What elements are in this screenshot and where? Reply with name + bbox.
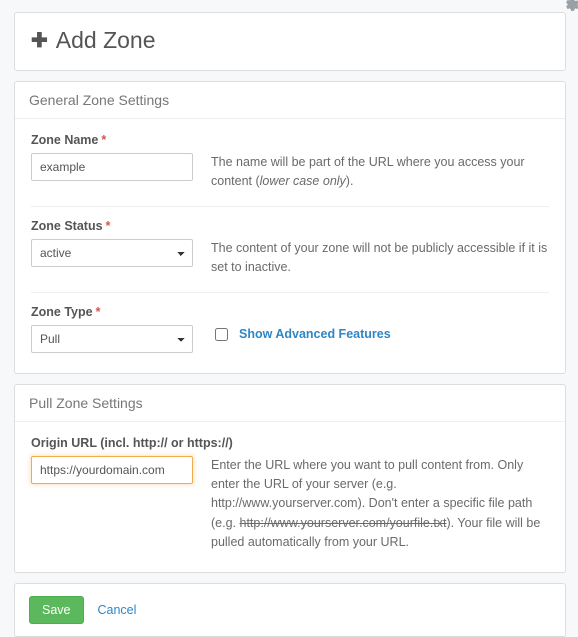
advanced-features-link[interactable]: Show Advanced Features bbox=[239, 325, 391, 344]
gear-icon bbox=[563, 0, 578, 13]
required-star: * bbox=[96, 305, 101, 319]
origin-url-label: Origin URL (incl. http:// or https://) bbox=[31, 436, 549, 450]
zone-status-label: Zone Status* bbox=[31, 219, 549, 233]
advanced-features-checkbox[interactable] bbox=[215, 328, 228, 341]
cancel-link[interactable]: Cancel bbox=[98, 603, 137, 617]
general-zone-settings-panel: General Zone Settings Zone Name* The nam… bbox=[14, 81, 566, 374]
origin-url-row: Enter the URL where you want to pull con… bbox=[31, 456, 549, 553]
zone-status-select[interactable]: active bbox=[31, 239, 193, 267]
divider bbox=[31, 292, 549, 293]
zone-name-label: Zone Name* bbox=[31, 133, 549, 147]
zone-status-row: active The content of your zone will not… bbox=[31, 239, 549, 278]
divider bbox=[31, 206, 549, 207]
page-title-text: Add Zone bbox=[56, 27, 156, 54]
page-title: ✚ Add Zone bbox=[31, 27, 156, 54]
settings-gear-icon[interactable] bbox=[562, 0, 578, 14]
pull-zone-settings-panel: Pull Zone Settings Origin URL (incl. htt… bbox=[14, 384, 566, 574]
zone-name-help: The name will be part of the URL where y… bbox=[211, 153, 549, 192]
save-button[interactable]: Save bbox=[29, 596, 84, 624]
zone-type-label: Zone Type* bbox=[31, 305, 549, 319]
zone-type-row: Pull Show Advanced Features bbox=[31, 325, 549, 353]
pull-section-title: Pull Zone Settings bbox=[15, 385, 565, 422]
required-star: * bbox=[101, 133, 106, 147]
origin-url-input[interactable] bbox=[31, 456, 193, 484]
general-section-title: General Zone Settings bbox=[15, 82, 565, 119]
origin-url-help: Enter the URL where you want to pull con… bbox=[211, 456, 549, 553]
plus-icon: ✚ bbox=[31, 31, 48, 51]
zone-status-help: The content of your zone will not be pub… bbox=[211, 239, 549, 278]
zone-type-select[interactable]: Pull bbox=[31, 325, 193, 353]
zone-name-row: The name will be part of the URL where y… bbox=[31, 153, 549, 192]
zone-name-input[interactable] bbox=[31, 153, 193, 181]
required-star: * bbox=[106, 219, 111, 233]
actions-panel: Save Cancel bbox=[14, 583, 566, 637]
page-title-panel: ✚ Add Zone bbox=[14, 12, 566, 71]
